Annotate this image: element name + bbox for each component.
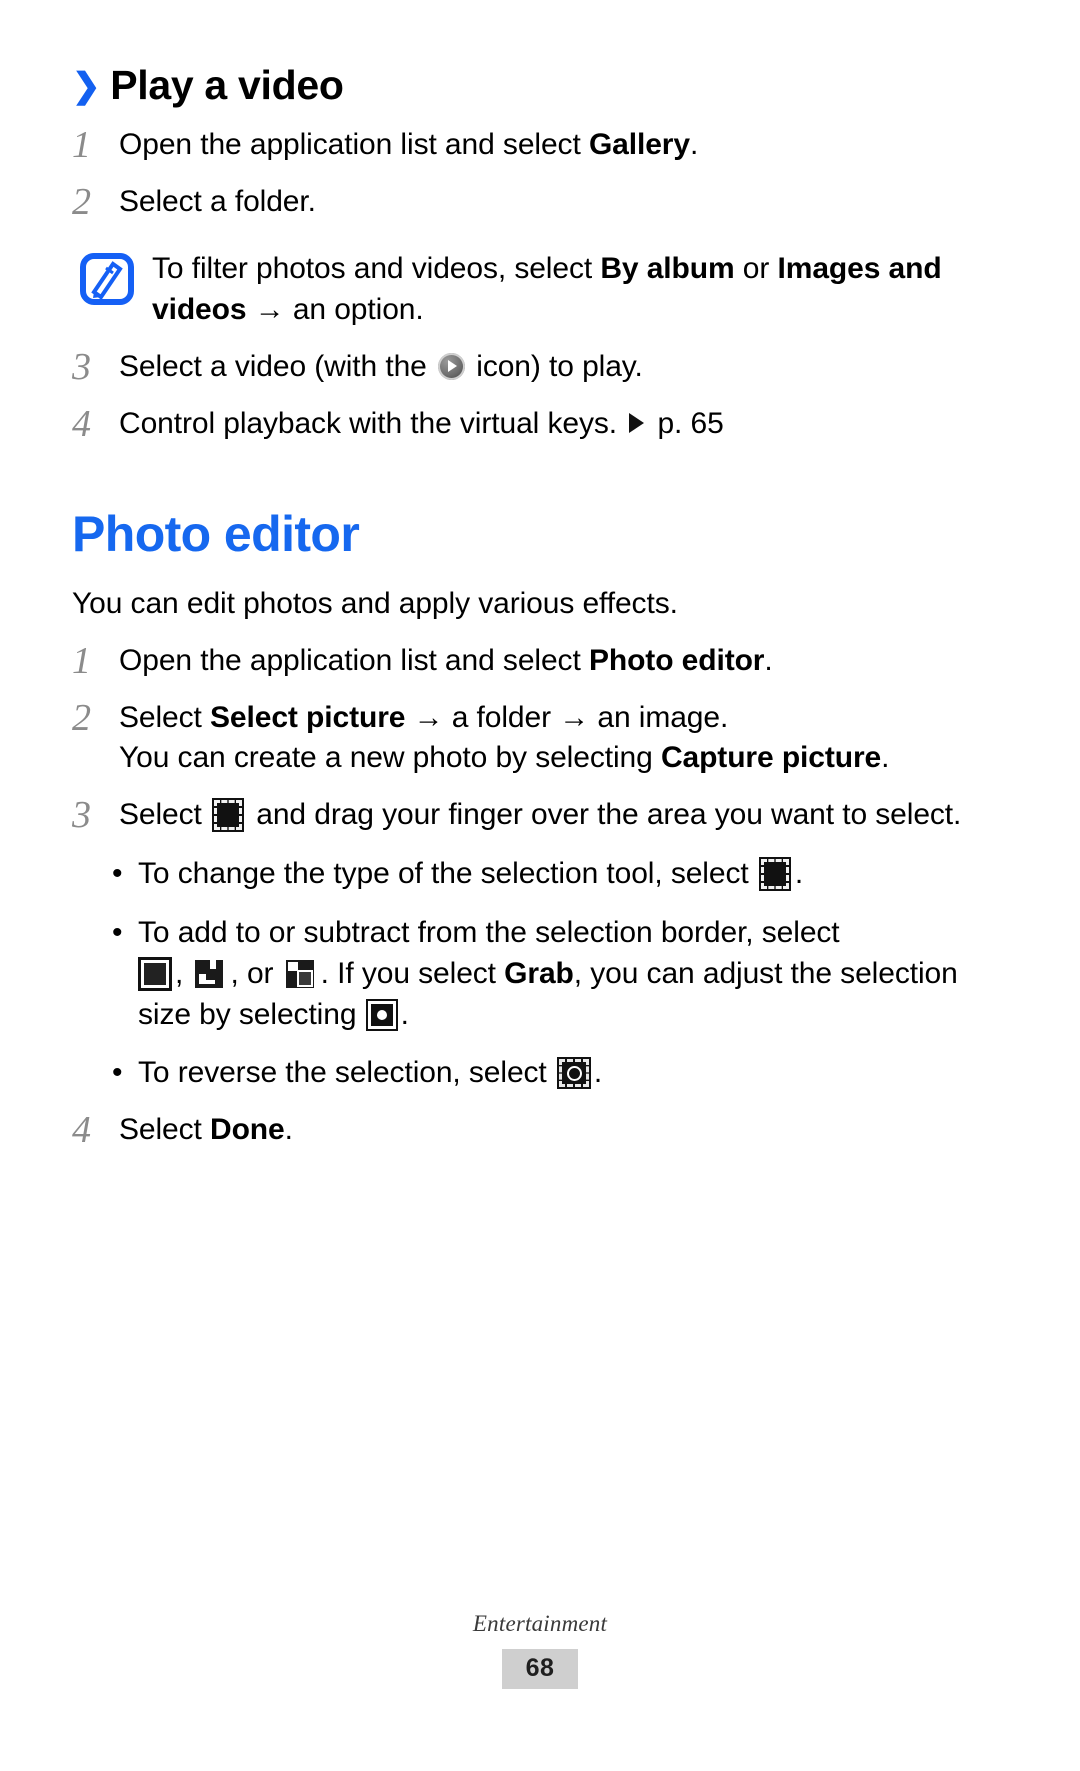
- step-text-post: .: [689, 128, 699, 161]
- step-number: 1: [72, 639, 91, 682]
- step-text-pre: Select: [119, 700, 211, 734]
- note-text-bold-1: By album: [600, 252, 735, 286]
- step-item: 4 Select Done.: [72, 1094, 1008, 1151]
- step-text-pre: Open the application list and select: [119, 128, 589, 161]
- marquee-select-icon: [214, 800, 243, 831]
- section-heading-play-a-video: ❯ Play a video: [72, 0, 1008, 109]
- section-intro-text: You can edit photos and apply various ef…: [72, 586, 678, 620]
- list-item-text: To add to or subtract from the selection…: [138, 913, 1008, 1035]
- step-text: Select Select picture → a folder → an im…: [119, 698, 1008, 780]
- step-text-bold: Gallery: [588, 128, 690, 161]
- list-item-text-mid: . If you select: [320, 956, 505, 990]
- step-item: 1 Open the application list and select P…: [72, 625, 1008, 682]
- list-item-text-end: .: [400, 997, 409, 1031]
- section-heading-label: Play a video: [110, 62, 344, 108]
- page-number-badge: 68: [502, 1649, 578, 1689]
- step-text-pre: Control playback with the virtual keys.: [119, 406, 626, 440]
- note-callout: To filter photos and videos, select By a…: [72, 223, 1008, 331]
- step-text-post: icon) to play.: [468, 349, 643, 383]
- grab-handle-icon: [367, 1000, 396, 1029]
- list-item-text: To reverse the selection, select .: [138, 1053, 1008, 1094]
- step-text-pre: Open the application list and select: [119, 643, 589, 677]
- step-text-post: .: [284, 1113, 293, 1147]
- list-item-separator-1: ,: [175, 956, 192, 990]
- step-item: 3 Select a video (with the icon) to play…: [72, 331, 1008, 388]
- step-item: 2 Select a folder.: [72, 166, 1008, 223]
- step-text-pre: Select: [119, 798, 211, 832]
- bullet-dot: •: [112, 1056, 123, 1090]
- chevron-right-icon: ❯: [72, 67, 101, 105]
- step-text-pre: Select: [119, 1113, 211, 1147]
- step-text: Select and drag your finger over the are…: [119, 795, 1008, 836]
- footer-chapter-label: Entertainment: [472, 1611, 608, 1636]
- page-title: Photo editor: [72, 505, 360, 562]
- step-text: Control playback with the virtual keys. …: [119, 404, 1008, 445]
- step-number: 3: [72, 345, 91, 388]
- selection-tool-icon: [760, 859, 789, 890]
- step-text-line2-pre: You can create a new photo by selecting: [119, 741, 661, 775]
- list-item-text-pre: To add to or subtract from the selection…: [138, 915, 840, 949]
- reference-arrow-icon: [629, 412, 645, 433]
- note-text-post: → an option.: [246, 292, 424, 326]
- bullet-dot: •: [112, 915, 123, 949]
- page-footer: Entertainment 68: [0, 1611, 1080, 1689]
- inverse-selection-icon: [558, 1059, 589, 1088]
- add-selection-icon: [194, 959, 224, 989]
- step-item: 1 Open the application list and select G…: [72, 109, 1008, 166]
- subtract-selection-icon: [285, 959, 315, 989]
- step-text-bold: Photo editor: [588, 643, 765, 677]
- step-text-line2-post: .: [881, 741, 890, 775]
- step-number: 3: [72, 794, 91, 837]
- list-item: • To change the type of the selection to…: [112, 836, 1008, 895]
- step-text: Select Done.: [119, 1110, 1008, 1151]
- step-text: Open the application list and select Pho…: [119, 641, 1008, 682]
- list-item: • To add to or subtract from the selecti…: [112, 895, 1008, 1035]
- step-number: 2: [72, 696, 91, 739]
- step-text-post: → a folder → an image.: [405, 700, 729, 734]
- step-item: 4 Control playback with the virtual keys…: [72, 388, 1008, 445]
- bullet-dot: •: [112, 857, 123, 891]
- note-pencil-icon: [80, 253, 134, 317]
- step-item: 3 Select and drag your finger over the a…: [72, 779, 1008, 836]
- step-number: 4: [72, 402, 91, 445]
- manual-page: ❯ Play a video 1 Open the application li…: [0, 0, 1080, 1771]
- step-text: Select a video (with the icon) to play.: [119, 347, 1008, 388]
- step-text-bold: Done: [210, 1113, 285, 1147]
- step-text-post: .: [764, 643, 773, 677]
- list-item-text-post: .: [794, 857, 804, 891]
- step-item: 2 Select Select picture → a folder → an …: [72, 682, 1008, 780]
- step-text: Select a folder.: [119, 185, 316, 219]
- step-number: 2: [72, 181, 91, 224]
- list-item-separator-2: , or: [230, 956, 282, 990]
- bullet-list: • To change the type of the selection to…: [72, 836, 1008, 1094]
- play-icon: [438, 352, 466, 380]
- step-text-bold: Select picture: [210, 700, 406, 734]
- list-item-text-post: .: [593, 1056, 603, 1090]
- step-text-line2-bold: Capture picture: [660, 741, 882, 775]
- step-text: Open the application list and select Gal…: [119, 125, 1008, 166]
- step-text-pre: Select a video (with the: [119, 349, 436, 383]
- list-item-text-pre: To reverse the selection, select: [138, 1056, 555, 1090]
- step-text-post: and drag your finger over the area you w…: [248, 798, 962, 832]
- step-number: 1: [72, 124, 91, 166]
- cross-reference-page: p. 65: [649, 406, 724, 440]
- note-text: To filter photos and videos, select By a…: [152, 249, 1008, 331]
- note-text-mid: or: [734, 252, 778, 286]
- note-text-pre: To filter photos and videos, select: [152, 252, 601, 286]
- list-item: • To reverse the selection, select .: [112, 1035, 1008, 1094]
- list-item-text-pre: To change the type of the selection tool…: [138, 857, 757, 891]
- step-number: 4: [72, 1109, 91, 1152]
- list-item-text-bold: Grab: [504, 956, 574, 990]
- list-item-text: To change the type of the selection tool…: [138, 854, 1008, 895]
- square-select-icon: [141, 959, 169, 988]
